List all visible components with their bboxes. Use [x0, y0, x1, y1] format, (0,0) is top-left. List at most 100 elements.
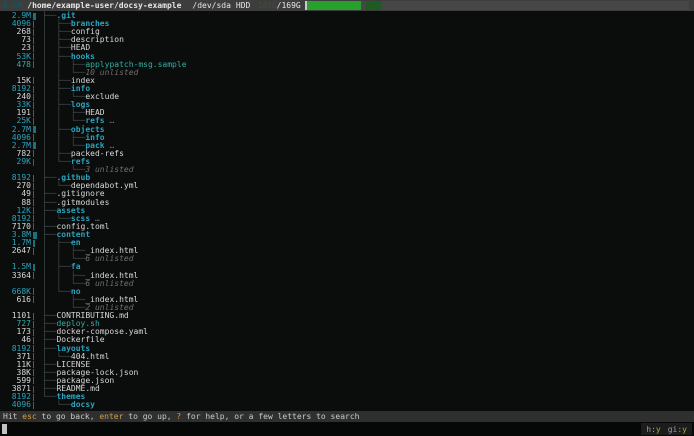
- entry-size-bar: [33, 191, 40, 198]
- entry-size-bar: [33, 207, 40, 214]
- mode-flags: h:ygi:y: [641, 423, 692, 435]
- flag-label: h:: [646, 425, 656, 434]
- entry-size-bar: [33, 264, 40, 271]
- entry-size-bar: [33, 304, 40, 311]
- tree-row[interactable]: 73│ ├──description: [0, 36, 694, 44]
- hint-text: to go up,: [123, 411, 176, 422]
- entry-name: docsy: [71, 401, 95, 409]
- entry-size-bar: [33, 313, 40, 320]
- tree-row[interactable]: 15K│ ├──index: [0, 77, 694, 85]
- entry-size: 3364: [0, 272, 31, 280]
- entry-name: 6 unlisted: [85, 255, 133, 263]
- entry-size-bar: [33, 13, 40, 20]
- entry-size-bar: [33, 386, 40, 393]
- flag-value: y: [682, 425, 687, 434]
- entry-size: 478: [0, 61, 31, 69]
- entry-size-bar: [33, 199, 40, 206]
- disk-free-space: 145G: [257, 0, 276, 11]
- tree-row[interactable]: 3871├──README.md: [0, 385, 694, 393]
- tree-row[interactable]: 1101├──CONTRIBUTING.md: [0, 312, 694, 320]
- tree-row[interactable]: 4096│ ├──branches: [0, 20, 694, 28]
- entry-size-bar: [33, 102, 40, 109]
- entry-name: 3 unlisted: [85, 166, 133, 174]
- entry-size-bar: [33, 94, 40, 101]
- entry-size-bar: [33, 45, 40, 52]
- entry-size-bar: [33, 126, 40, 133]
- disk-total-space: /169G: [277, 0, 301, 11]
- disk-usage-gauge: [305, 1, 689, 10]
- hint-text: to go back,: [37, 411, 100, 422]
- entry-size-bar: [33, 77, 40, 84]
- entry-size-bar: [33, 167, 40, 174]
- tree-row[interactable]: 23│ ├──HEAD: [0, 44, 694, 52]
- entry-size-bar: [33, 377, 40, 384]
- entry-size: 616: [0, 296, 31, 304]
- device-name: /dev/sda: [192, 0, 231, 11]
- entry-size-bar: [33, 118, 40, 125]
- flag-h[interactable]: h:y: [646, 425, 660, 434]
- gauge-fill: [307, 1, 361, 10]
- entry-size-bar: [33, 329, 40, 336]
- tree-row[interactable]: 3.8M├──content: [0, 231, 694, 239]
- entry-name: 6 unlisted: [85, 280, 133, 288]
- entry-size-bar: [33, 150, 40, 157]
- disk-type-label: HDD: [236, 0, 250, 11]
- key-hint: esc: [22, 411, 36, 422]
- tree-row[interactable]: 12K├──assets: [0, 207, 694, 215]
- flag-value: y: [656, 425, 661, 434]
- tree-row[interactable]: 4096 └──docsy: [0, 401, 694, 409]
- flag-gi[interactable]: gi:y: [668, 425, 687, 434]
- entry-size-bar: [33, 159, 40, 166]
- tree-row[interactable]: │ │ └──10 unlisted: [0, 69, 694, 77]
- input-cursor: [2, 424, 7, 434]
- tree-row[interactable]: │ │ └──6 unlisted: [0, 255, 694, 263]
- hint-text: for help, or a few letters to search: [181, 411, 359, 422]
- root-path: /home/example-user/docsy-example: [27, 0, 181, 11]
- entry-size-bar: [33, 53, 40, 60]
- tree-row[interactable]: 371│ └──404.html: [0, 353, 694, 361]
- tree-row[interactable]: 782│ ├──packed-refs: [0, 150, 694, 158]
- entry-size-bar: [33, 69, 40, 76]
- hint-text: Hit: [3, 411, 22, 422]
- entry-size: 29K: [0, 158, 31, 166]
- entry-size-bar: [33, 394, 40, 401]
- entry-size-bar: [33, 296, 40, 303]
- entry-size-bar: [33, 215, 40, 222]
- entry-size-bar: [33, 272, 40, 279]
- truncation-ellipsis: …: [105, 117, 115, 125]
- tree-row[interactable]: 46├──Dockerfile: [0, 336, 694, 344]
- entry-size-bar: [33, 175, 40, 182]
- search-input-line[interactable]: h:ygi:y: [0, 422, 694, 436]
- entry-size-bar: [33, 345, 40, 352]
- entry-size-bar: [33, 110, 40, 117]
- tree-row[interactable]: │ └──3 unlisted: [0, 166, 694, 174]
- entry-size-bar: [33, 369, 40, 376]
- entry-size-bar: [33, 134, 40, 141]
- entry-size-bar: [33, 142, 40, 149]
- tree-row[interactable]: 8192└──themes: [0, 393, 694, 401]
- file-tree: 2.9M├──.git4096│ ├──branches268│ ├──conf…: [0, 11, 694, 411]
- tree-row[interactable]: 240│ │ └──exclude: [0, 93, 694, 101]
- entry-size-bar: [33, 361, 40, 368]
- entry-size-bar: [33, 256, 40, 263]
- entry-size-bar: [33, 61, 40, 68]
- tree-row[interactable]: 7170├──config.toml: [0, 223, 694, 231]
- broot-terminal: 6.8M /home/example-user/docsy-example /d…: [0, 0, 694, 436]
- tree-row[interactable]: 88├──.gitmodules: [0, 199, 694, 207]
- key-hint: enter: [99, 411, 123, 422]
- tree-row[interactable]: 599├──package.json: [0, 377, 694, 385]
- tree-branch-glyphs: └──: [42, 401, 71, 409]
- entry-size-bar: [33, 248, 40, 255]
- entry-size-bar: [33, 240, 40, 247]
- status-hint-bar: Hit esc to go back, enter to go up, ? fo…: [0, 411, 694, 422]
- entry-size-bar: [33, 37, 40, 44]
- entry-size-bar: [33, 321, 40, 328]
- root-row[interactable]: 6.8M /home/example-user/docsy-example /d…: [0, 0, 694, 11]
- flag-label: gi:: [668, 425, 682, 434]
- root-size: 6.8M: [3, 0, 22, 11]
- entry-size-bar: [33, 232, 40, 239]
- tree-row[interactable]: │ │ └──6 unlisted: [0, 280, 694, 288]
- entry-size-bar: [33, 183, 40, 190]
- entry-size-bar: [33, 337, 40, 344]
- entry-size-bar: [33, 223, 40, 230]
